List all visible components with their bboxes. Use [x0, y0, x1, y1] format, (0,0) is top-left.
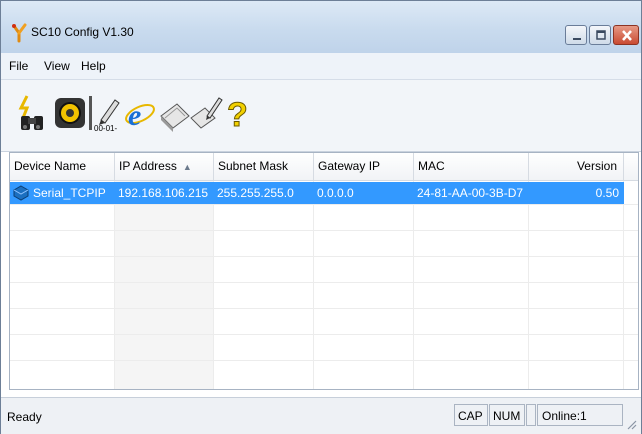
minimize-button[interactable] [565, 25, 587, 45]
ie-letter-icon: e [128, 99, 141, 132]
window-title: SC10 Config V1.30 [31, 25, 134, 39]
maximize-button[interactable] [589, 25, 611, 45]
maximize-icon [596, 30, 606, 40]
column-label: IP Address [119, 159, 177, 173]
edit-config-button[interactable] [189, 94, 223, 132]
cell-device-name: Serial_TCPIP [33, 186, 106, 200]
column-label: MAC [418, 159, 445, 173]
column-label: Gateway IP [318, 159, 381, 173]
sort-ascending-icon: ▲ [182, 162, 192, 172]
table-row[interactable]: Serial_TCPIP 192.168.106.215 255.255.255… [10, 182, 624, 204]
grid-line [313, 181, 314, 389]
cell-subnet-mask: 255.255.255.0 [217, 186, 294, 200]
firmware-upgrade-button[interactable] [157, 94, 191, 132]
cell-gateway-ip: 0.0.0.0 [317, 186, 354, 200]
resize-grip-icon[interactable] [625, 418, 637, 430]
grid-line [10, 256, 638, 257]
grid-line [10, 334, 638, 335]
cell-ip-address: 192.168.106.215 [118, 186, 209, 200]
column-header-gateway-ip[interactable]: Gateway IP [314, 153, 414, 180]
set-mac-button[interactable]: 00-01- [89, 94, 123, 132]
device-table[interactable]: Device Name IP Address ▲ Subnet Mask Gate… [9, 152, 639, 390]
grid-line [623, 181, 624, 389]
column-label: Version [576, 159, 617, 173]
column-label: Subnet Mask [218, 159, 289, 173]
grid-line [10, 360, 638, 361]
close-button[interactable] [613, 25, 639, 45]
grid-line [10, 230, 638, 231]
status-text: Ready [7, 410, 42, 424]
menu-file[interactable]: File [9, 59, 28, 73]
question-icon: ? [227, 96, 248, 132]
column-header-device-name[interactable]: Device Name [10, 153, 115, 180]
grid-line [10, 282, 638, 283]
column-label: Device Name [14, 159, 87, 173]
cell-mac: 24-81-AA-00-3B-D7 [417, 186, 524, 200]
cell-version: 0.50 [595, 186, 619, 200]
sorted-column-shade [115, 181, 214, 389]
column-header-ip-address[interactable]: IP Address ▲ [115, 153, 214, 180]
grid-line [528, 181, 529, 389]
online-count: Online:1 [537, 404, 623, 426]
grid-line [114, 181, 115, 389]
app-window: SC10 Config V1.30 File View Help 00-01- … [0, 0, 642, 434]
close-icon [622, 30, 632, 41]
mac-badge: 00-01- [94, 124, 117, 132]
search-devices-button[interactable] [15, 94, 49, 132]
toolbar: 00-01- e ? [1, 80, 641, 152]
menu-bar: File View Help [1, 53, 641, 80]
title-bar[interactable]: SC10 Config V1.30 [1, 1, 641, 53]
grid-line [10, 308, 638, 309]
device-icon [13, 185, 29, 201]
menu-help[interactable]: Help [81, 59, 106, 73]
table-header: Device Name IP Address ▲ Subnet Mask Gate… [10, 153, 638, 181]
column-header-mac[interactable]: MAC [414, 153, 529, 180]
configure-device-button[interactable] [53, 94, 87, 132]
help-button[interactable]: ? [223, 94, 257, 133]
open-web-button[interactable]: e [123, 94, 157, 132]
status-bar: Ready CAP NUM Online:1 [1, 397, 641, 434]
num-lock-indicator: NUM [489, 404, 525, 426]
app-logo-icon [12, 23, 27, 43]
status-panel-empty [526, 404, 536, 426]
column-header-subnet-mask[interactable]: Subnet Mask [214, 153, 314, 180]
column-header-version[interactable]: Version [529, 153, 624, 180]
menu-view[interactable]: View [44, 59, 70, 73]
minimize-icon [573, 38, 581, 40]
grid-line [213, 181, 214, 389]
grid-line [413, 181, 414, 389]
grid-line [10, 204, 638, 205]
caps-lock-indicator: CAP [454, 404, 488, 426]
